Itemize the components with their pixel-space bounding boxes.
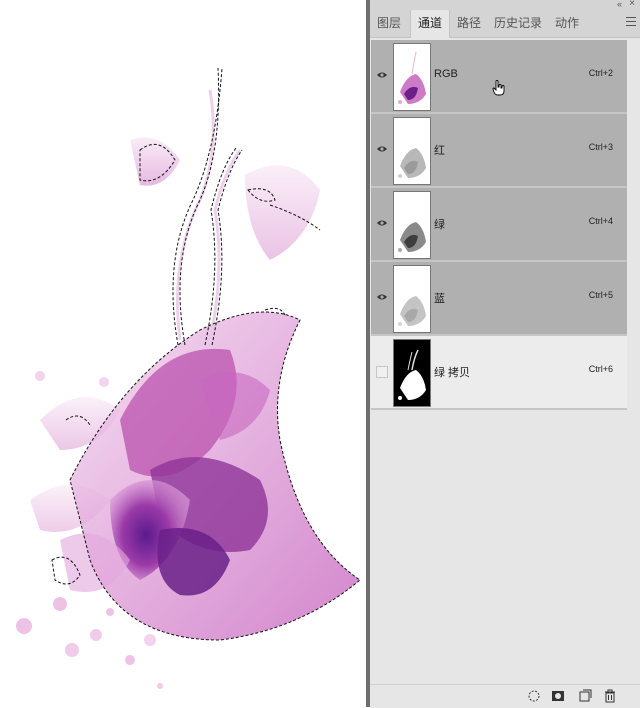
channel-row-green[interactable]: 绿 Ctrl+4 xyxy=(371,188,627,262)
visibility-toggle[interactable] xyxy=(376,366,388,378)
tab-paths[interactable]: 路径 xyxy=(450,10,488,37)
channels-panel: « × 图层 通道 路径 历史记录 动作 RGB Ctrl+2 红 Ctrl+3… xyxy=(370,0,640,708)
visibility-eye-icon[interactable] xyxy=(376,144,388,154)
channel-thumbnail xyxy=(393,265,431,333)
collapse-panel-icon[interactable]: « xyxy=(617,0,622,10)
channel-shortcut: Ctrl+3 xyxy=(588,142,613,152)
channel-name: 绿 拷贝 xyxy=(434,367,471,379)
visibility-eye-icon[interactable] xyxy=(376,218,388,228)
panel-menu-icon[interactable] xyxy=(626,17,636,29)
tab-layers[interactable]: 图层 xyxy=(370,10,408,37)
channel-row-green-copy[interactable]: 绿 拷贝 Ctrl+6 xyxy=(371,336,627,410)
panel-title-bar: « × xyxy=(370,0,640,10)
channel-thumbnail xyxy=(393,43,431,111)
channel-row-red[interactable]: 红 Ctrl+3 xyxy=(371,114,627,188)
visibility-eye-icon[interactable] xyxy=(376,292,388,302)
channel-thumbnail xyxy=(393,117,431,185)
save-selection-as-channel-icon[interactable] xyxy=(551,689,565,703)
channel-row-blue[interactable]: 蓝 Ctrl+5 xyxy=(371,262,627,336)
load-channel-as-selection-icon[interactable] xyxy=(527,689,541,703)
channel-name: 红 xyxy=(434,145,445,157)
panel-bottom-toolbar xyxy=(370,684,640,708)
panel-tabs: 图层 通道 路径 历史记录 动作 xyxy=(370,10,640,38)
channel-row-rgb[interactable]: RGB Ctrl+2 xyxy=(371,40,627,114)
channel-shortcut: Ctrl+2 xyxy=(588,68,613,78)
channel-name: RGB xyxy=(434,68,458,80)
channel-name: 蓝 xyxy=(434,293,445,305)
channel-name: 绿 xyxy=(434,219,445,231)
hand-cursor-icon xyxy=(492,80,505,96)
visibility-eye-icon[interactable] xyxy=(376,70,388,80)
tab-actions[interactable]: 动作 xyxy=(548,10,586,37)
channel-list-scrollbar[interactable] xyxy=(628,38,640,686)
document-canvas[interactable] xyxy=(0,0,366,707)
new-channel-icon[interactable] xyxy=(578,689,592,703)
tab-history[interactable]: 历史记录 xyxy=(490,10,546,37)
channel-shortcut: Ctrl+6 xyxy=(588,364,613,374)
channel-shortcut: Ctrl+5 xyxy=(588,290,613,300)
tab-channels[interactable]: 通道 xyxy=(410,10,450,38)
delete-channel-icon[interactable] xyxy=(603,689,617,703)
channel-thumbnail xyxy=(393,191,431,259)
close-panel-icon[interactable]: × xyxy=(629,0,635,10)
flower-artwork xyxy=(16,67,361,689)
channel-thumbnail xyxy=(393,339,431,407)
channel-shortcut: Ctrl+4 xyxy=(588,216,613,226)
